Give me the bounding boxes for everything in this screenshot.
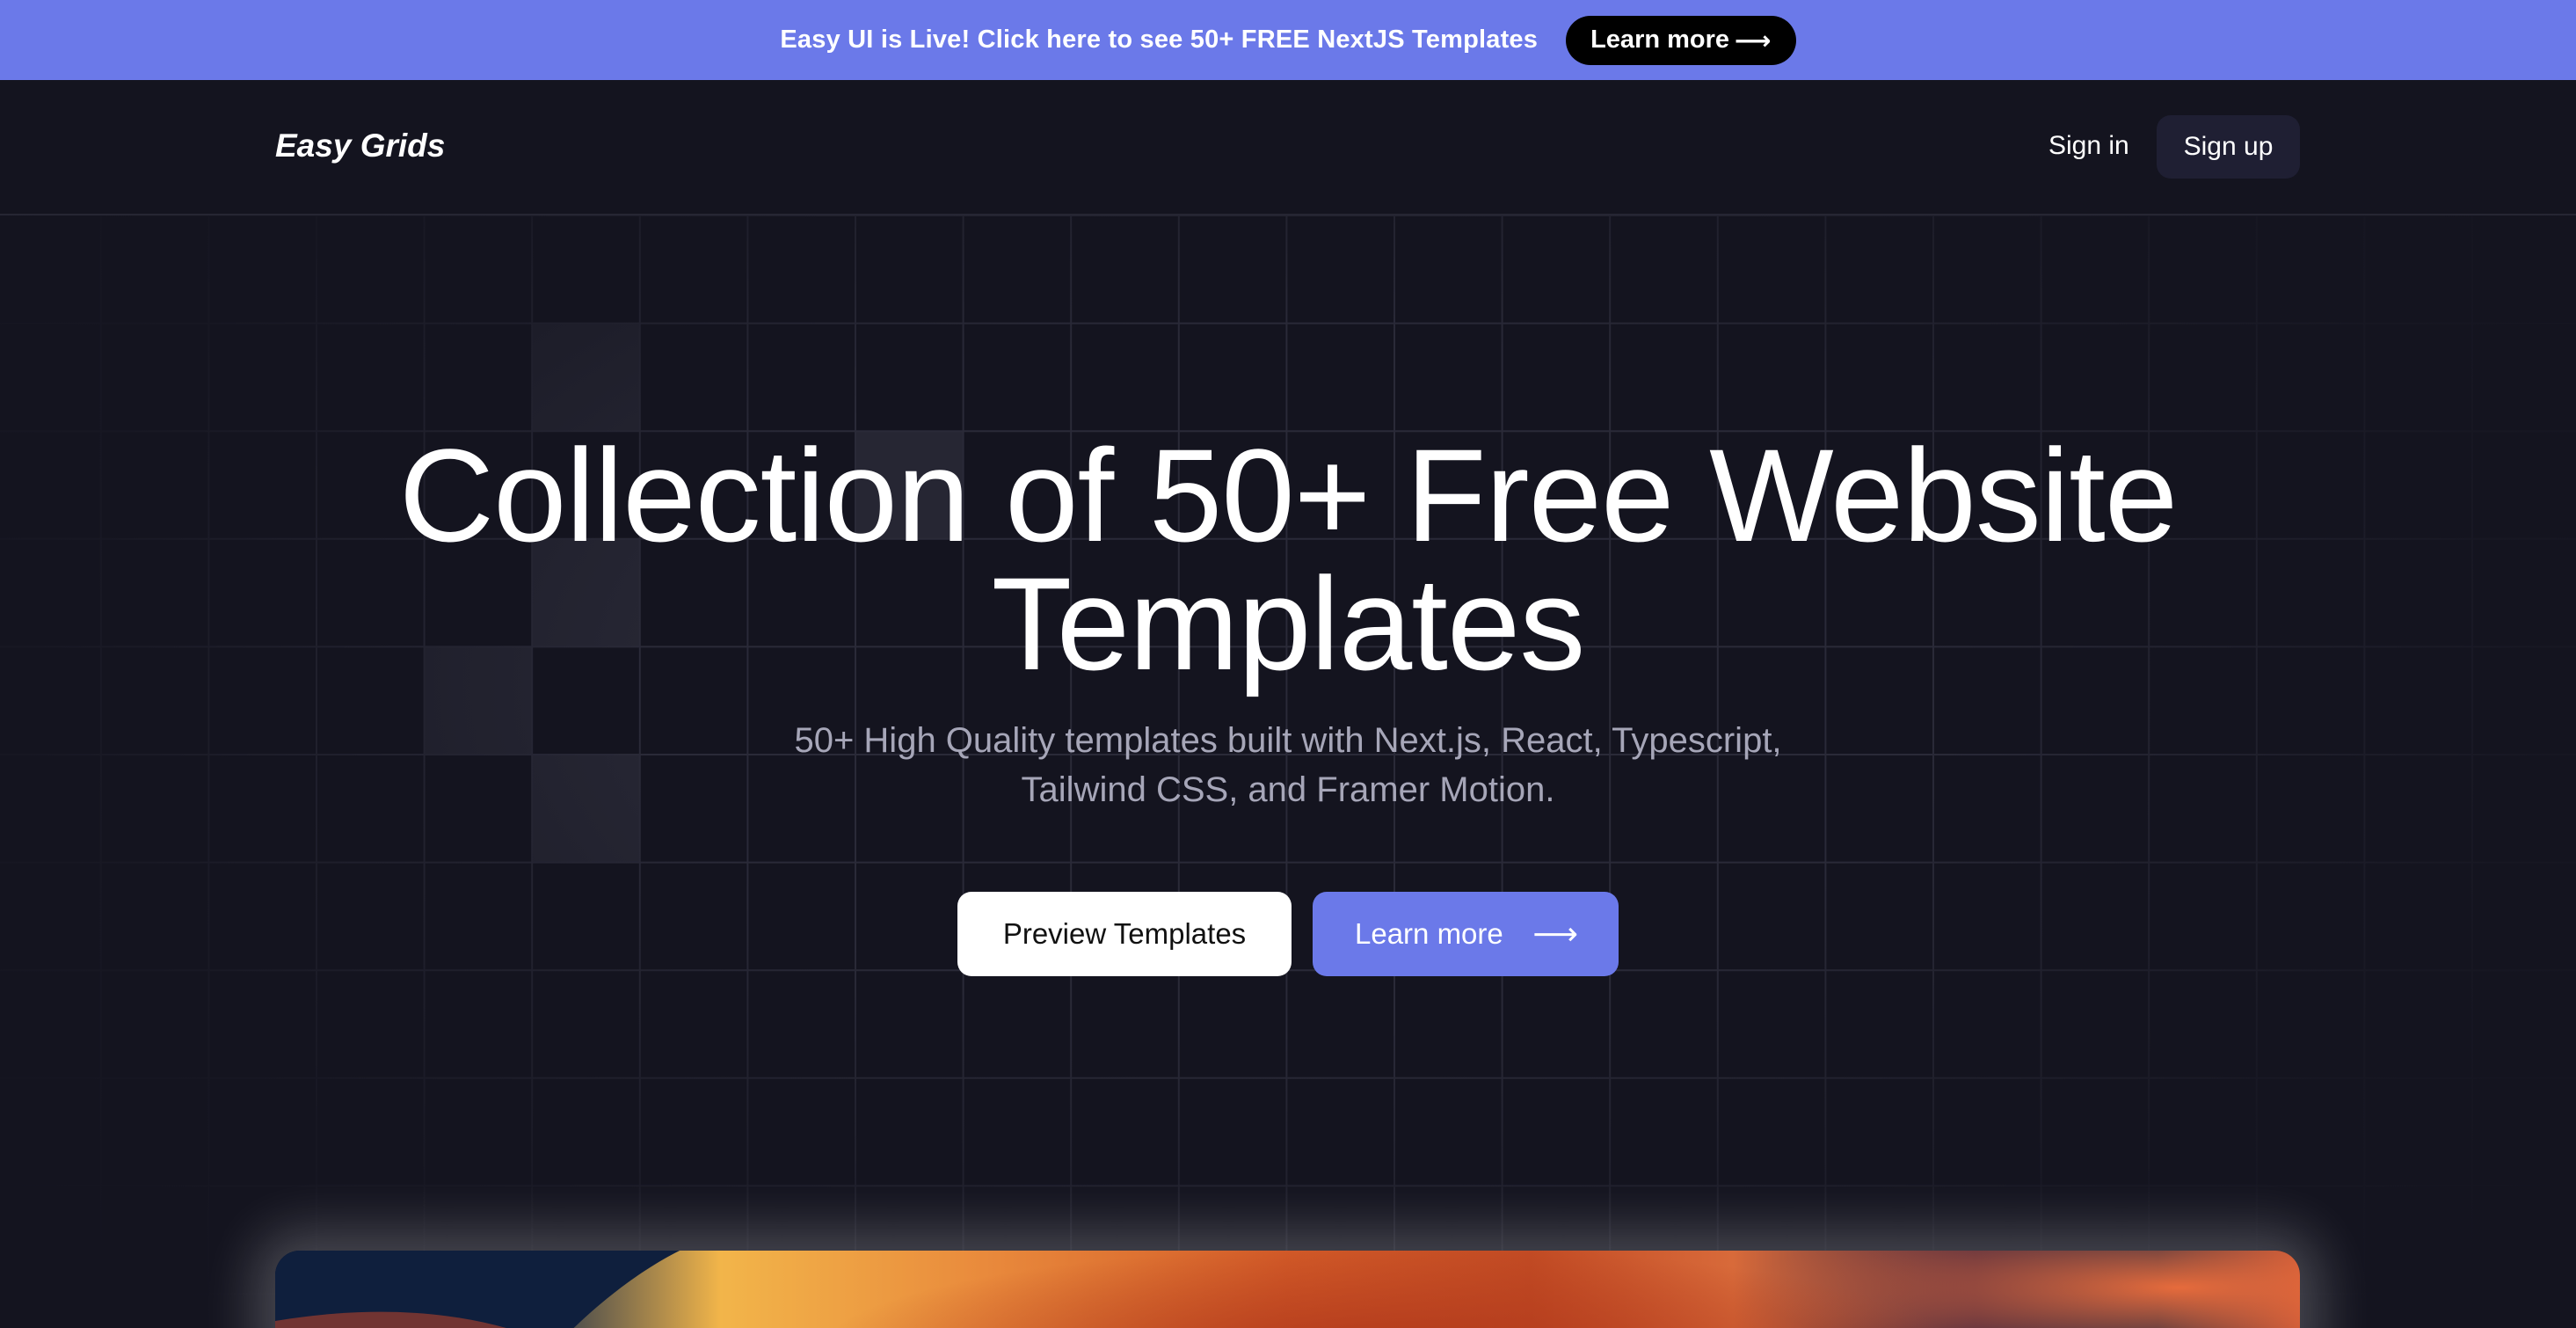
hero-buttons: Preview Templates Learn more ⟶ xyxy=(0,892,2576,976)
navbar: Easy Grids Sign in Sign up xyxy=(0,80,2576,215)
hero-title-line-2: Templates xyxy=(991,550,1586,697)
arrow-right-icon: ⟶ xyxy=(1532,916,1578,952)
sign-up-button[interactable]: Sign up xyxy=(2157,115,2300,179)
preview-image-artwork xyxy=(275,1251,680,1328)
hero-subtitle: 50+ High Quality templates built with Ne… xyxy=(0,716,2576,814)
hero-title: Collection of 50+ Free Website Templates xyxy=(0,429,2576,690)
hero-subtitle-line-1: 50+ High Quality templates built with Ne… xyxy=(794,721,1782,760)
grid-highlight-cell xyxy=(532,323,640,431)
announcement-learn-more-button[interactable]: Learn more ⟶ xyxy=(1566,15,1796,65)
hero-title-line-1: Collection of 50+ Free Website xyxy=(398,421,2178,569)
preview-templates-button[interactable]: Preview Templates xyxy=(957,892,1292,976)
hero-section: Collection of 50+ Free Website Templates… xyxy=(0,429,2576,976)
preview-image-card[interactable] xyxy=(275,1251,2300,1328)
arrow-right-icon: ⟶ xyxy=(1735,25,1772,55)
announcement-learn-more-label: Learn more xyxy=(1590,26,1730,54)
learn-more-button[interactable]: Learn more ⟶ xyxy=(1313,892,1619,976)
announcement-bar[interactable]: Easy UI is Live! Click here to see 50+ F… xyxy=(0,0,2576,80)
logo[interactable]: Easy Grids xyxy=(275,128,445,164)
announcement-text[interactable]: Easy UI is Live! Click here to see 50+ F… xyxy=(780,26,1538,55)
hero-subtitle-line-2: Tailwind CSS, and Framer Motion. xyxy=(1021,770,1555,809)
learn-more-label: Learn more xyxy=(1355,917,1503,950)
sign-in-link[interactable]: Sign in xyxy=(2048,131,2129,161)
